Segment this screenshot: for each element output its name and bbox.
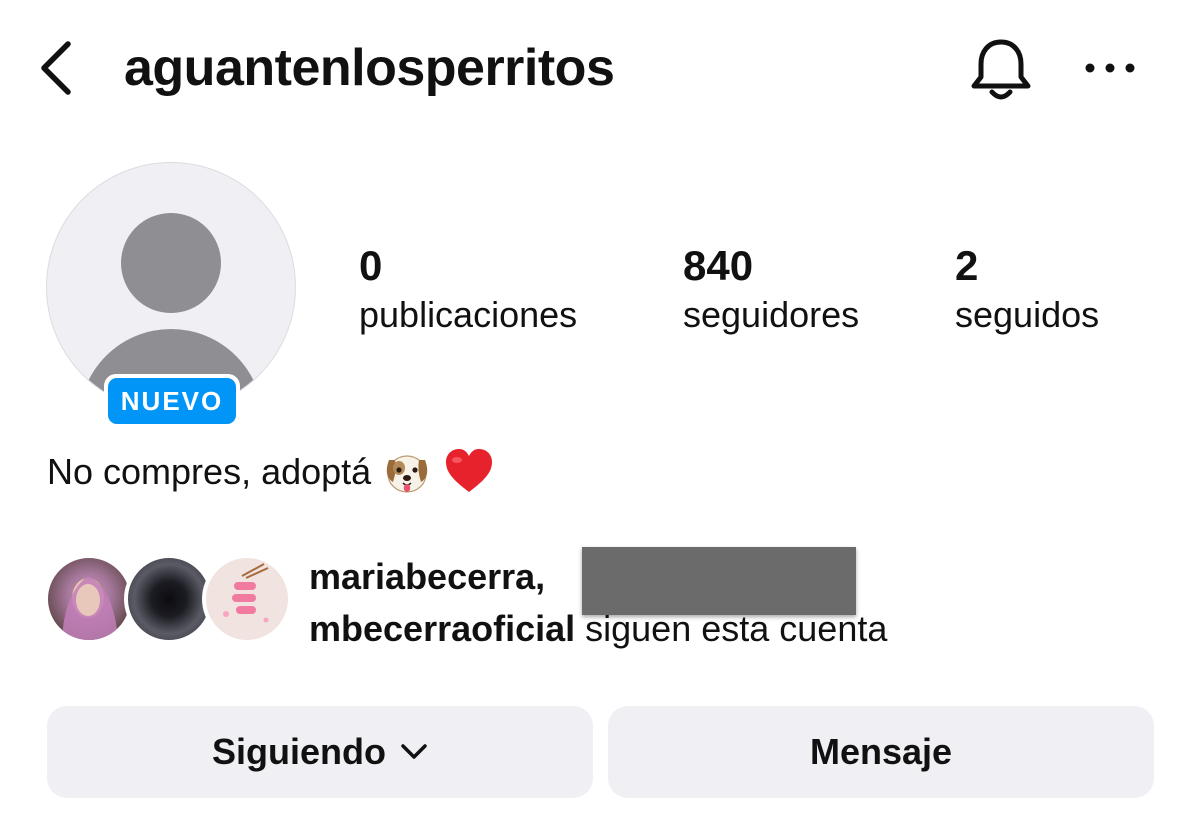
following-count: 2: [955, 242, 979, 289]
follower-avatar-mbecerraoficial[interactable]: [202, 554, 292, 644]
bell-icon: [971, 39, 1031, 100]
following-label: Siguiendo: [212, 731, 386, 772]
following-label: seguidos: [955, 294, 1100, 335]
follower-name-2[interactable]: mbecerraoficial: [309, 608, 575, 649]
more-options-button[interactable]: [1080, 48, 1140, 88]
new-badge-label: NUEVO: [108, 378, 236, 424]
stat-followers[interactable]: 840 seguidores: [683, 242, 859, 336]
bio-text: No compres, adoptá: [47, 451, 372, 492]
profile-bio: No compres, adoptá: [47, 446, 495, 498]
followers-label: seguidores: [683, 294, 860, 335]
chevron-left-icon: [41, 41, 71, 95]
following-button[interactable]: Siguiendo: [47, 706, 593, 798]
profile-username: aguantenlosperritos: [124, 39, 615, 97]
followed-by-line-2: mbecerraoficial siguen esta cuenta: [309, 604, 887, 654]
notifications-button[interactable]: [966, 34, 1036, 104]
follower-avatar-mariabecerra[interactable]: [44, 554, 134, 644]
new-account-badge: NUEVO: [104, 374, 240, 428]
back-button[interactable]: [34, 40, 78, 96]
stat-posts[interactable]: 0 publicaciones: [359, 242, 577, 336]
follower-avatar-redacted[interactable]: [124, 554, 214, 644]
stat-following[interactable]: 2 seguidos: [955, 242, 1099, 336]
posts-count: 0: [359, 242, 383, 289]
posts-label: publicaciones: [359, 294, 578, 335]
follower-name-1[interactable]: mariabecerra,: [309, 556, 545, 597]
chevron-down-icon: [401, 744, 427, 759]
followed-by-suffix: siguen esta cuenta: [575, 608, 888, 649]
followers-count: 840: [683, 242, 754, 289]
followed-by-line-1: mariabecerra,: [309, 552, 545, 602]
more-horizontal-icon: [1085, 63, 1135, 73]
red-heart-icon: [446, 449, 493, 492]
person-photo-icon: [62, 576, 118, 640]
dog-face-icon: [386, 455, 428, 493]
pink-artwork-icon: [223, 563, 269, 623]
message-label: Mensaje: [809, 731, 953, 772]
message-button[interactable]: Mensaje: [608, 706, 1154, 798]
